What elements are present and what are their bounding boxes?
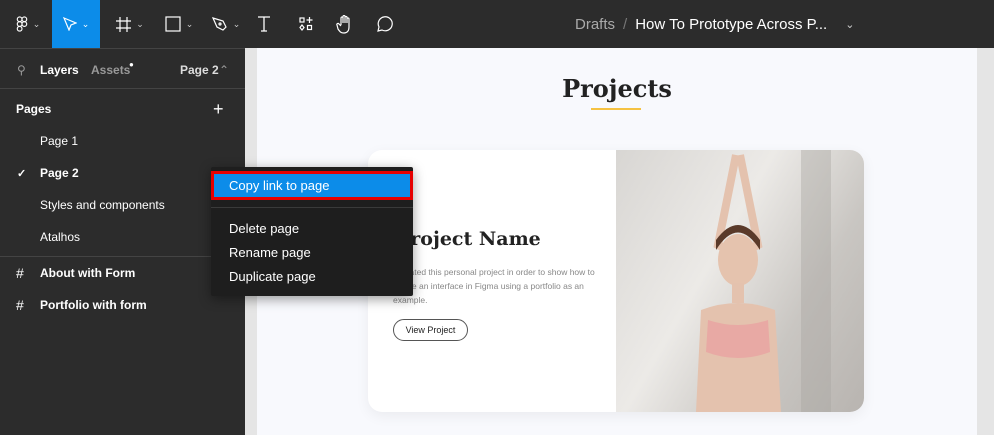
chevron-down-icon: ⌄ (32, 18, 41, 29)
comment-tool-button[interactable] (372, 0, 396, 48)
page-item-page-1[interactable]: Page 1 (0, 129, 245, 153)
frame-icon: # (16, 297, 24, 313)
hand-icon (336, 14, 350, 34)
frame-icon: # (16, 265, 24, 281)
project-image (616, 150, 864, 412)
pen-tool-button[interactable]: ⌄ (206, 0, 246, 48)
page-context-menu: Copy link to page Delete page Rename pag… (211, 167, 413, 296)
search-icon[interactable]: ⚲ (17, 63, 26, 77)
rectangle-icon (165, 16, 181, 32)
check-icon: ✓ (17, 167, 27, 180)
current-page-selector[interactable]: Page 2 (180, 63, 219, 77)
project-card: Project Name I created this personal pro… (368, 150, 864, 412)
hand-tool-button[interactable] (333, 0, 357, 48)
view-project-button[interactable]: View Project (393, 319, 468, 341)
assets-dot-icon: ● (129, 60, 134, 69)
page-item-page-2[interactable]: ✓ Page 2 (0, 161, 245, 185)
pages-title: Pages (16, 102, 52, 116)
frame-tool-button[interactable]: ⌄ (110, 0, 150, 48)
pen-icon (211, 17, 227, 31)
file-name[interactable]: How To Prototype Across P... (635, 16, 827, 33)
figma-logo-icon (16, 15, 28, 32)
yoga-woman-illustration (696, 150, 831, 412)
comment-icon (377, 16, 393, 32)
resources-icon (299, 17, 313, 31)
shape-tool-button[interactable]: ⌄ (158, 0, 200, 48)
tab-assets[interactable]: Assets (91, 63, 130, 77)
chevron-up-icon[interactable]: ⌃ (219, 63, 229, 77)
layer-item-about[interactable]: # About with Form (0, 261, 245, 285)
projects-heading: Projects (562, 74, 672, 103)
layer-item-portfolio[interactable]: # Portfolio with form (0, 293, 245, 317)
page-item-atalhos[interactable]: Atalhos (0, 225, 245, 249)
card-description: I created this personal project in order… (393, 267, 595, 305)
breadcrumb-separator: / (623, 15, 628, 33)
pages-header: Pages + (0, 97, 245, 121)
resources-button[interactable] (294, 0, 318, 48)
figma-menu-button[interactable]: ⌄ (8, 0, 48, 48)
card-title: Project Name (396, 228, 541, 250)
text-icon (258, 16, 270, 32)
add-page-icon[interactable]: + (213, 99, 224, 120)
tab-layers[interactable]: Layers (40, 63, 79, 77)
breadcrumb-folder[interactable]: Drafts (575, 16, 615, 33)
text-tool-button[interactable] (252, 0, 276, 48)
page-item-styles[interactable]: Styles and components (0, 193, 245, 217)
menu-item-delete-page[interactable]: Delete page (229, 217, 299, 239)
menu-item-copy-link[interactable]: Copy link to page (211, 171, 413, 200)
menu-item-duplicate-page[interactable]: Duplicate page (229, 265, 316, 287)
frame-icon (116, 16, 132, 32)
move-tool-button[interactable]: ⌄ (52, 0, 100, 48)
heading-underline (591, 108, 641, 110)
cursor-icon (62, 17, 77, 31)
left-sidebar: ⚲ Layers Assets ● Page 2 ⌃ Pages + Page 1… (0, 48, 245, 435)
file-menu-chevron-icon[interactable]: ⌄ (845, 18, 854, 31)
toolbar: ⌄ ⌄ ⌄ ⌄ ⌄ Drafts / How To Prototype Acro… (0, 0, 994, 48)
menu-item-rename-page[interactable]: Rename page (229, 241, 311, 263)
